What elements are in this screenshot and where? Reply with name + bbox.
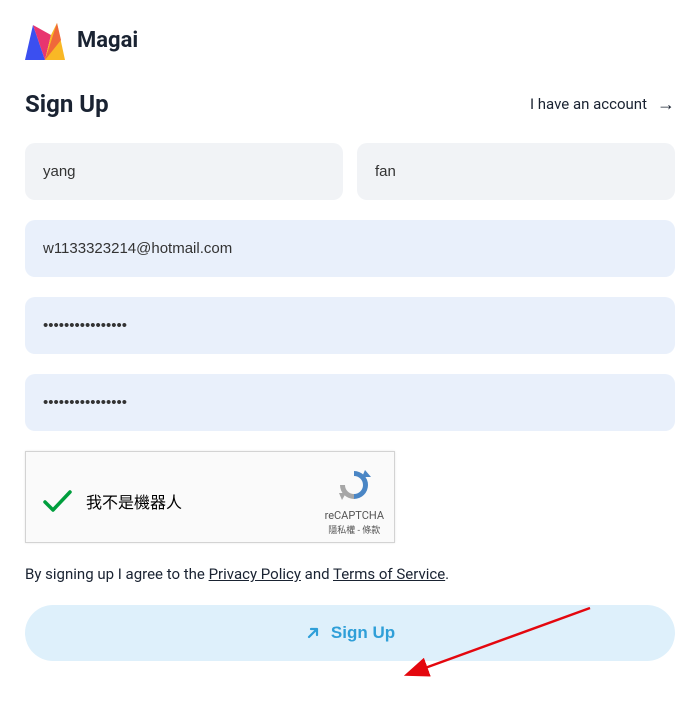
have-account-label: I have an account — [530, 95, 647, 113]
agree-text: By signing up I agree to the Privacy Pol… — [25, 565, 675, 583]
recaptcha-icon — [335, 466, 373, 504]
recaptcha-links[interactable]: 隱私權 - 條款 — [325, 523, 384, 536]
tos-link[interactable]: Terms of Service — [333, 565, 445, 583]
captcha-right: reCAPTCHA 隱私權 - 條款 — [325, 466, 384, 536]
privacy-policy-link[interactable]: Privacy Policy — [209, 565, 301, 583]
checkmark-icon — [40, 484, 74, 518]
captcha-label: 我不是機器人 — [86, 489, 182, 513]
name-row — [25, 143, 675, 200]
captcha-left: 我不是機器人 — [40, 484, 182, 518]
title-row: Sign Up I have an account → — [25, 90, 675, 118]
signup-button-label: Sign Up — [331, 623, 395, 643]
page-title: Sign Up — [25, 90, 109, 118]
recaptcha-brand: reCAPTCHA — [325, 509, 384, 522]
external-link-icon — [305, 625, 321, 641]
have-account-link[interactable]: I have an account → — [530, 94, 675, 115]
recaptcha-widget[interactable]: 我不是機器人 reCAPTCHA 隱私權 - 條款 — [25, 451, 395, 543]
signup-button[interactable]: Sign Up — [25, 605, 675, 661]
header: Magai — [25, 20, 675, 60]
last-name-input[interactable] — [357, 143, 675, 200]
password-input[interactable] — [25, 297, 675, 354]
brand-name: Magai — [77, 28, 138, 53]
brand-logo — [25, 20, 65, 60]
email-input[interactable] — [25, 220, 675, 277]
first-name-input[interactable] — [25, 143, 343, 200]
confirm-password-input[interactable] — [25, 374, 675, 431]
arrow-right-icon: → — [657, 94, 675, 115]
